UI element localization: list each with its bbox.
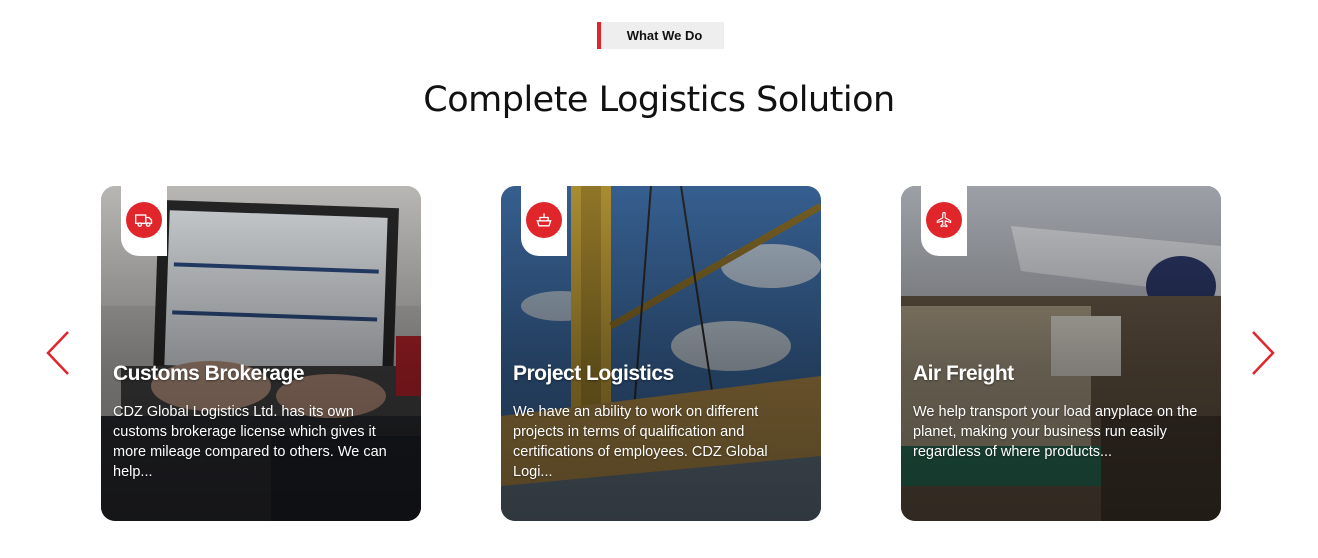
service-card-air-freight[interactable]: Air Freight We help transport your load … [901,186,1221,521]
section-title: Complete Logistics Solution [423,80,895,120]
card-icon-badge [121,186,167,256]
carousel-prev-button[interactable] [44,330,72,376]
section-eyebrow: What We Do [597,22,724,49]
chevron-right-icon [1252,331,1275,375]
carousel-next-button[interactable] [1249,330,1277,376]
card-title[interactable]: Project Logistics [513,362,674,386]
card-icon-badge [921,186,967,256]
card-title[interactable]: Customs Brokerage [113,362,305,386]
ship-icon [536,213,552,227]
airplane-icon [936,211,952,228]
card-description: We help transport your load anyplace on … [913,404,1198,460]
card-icon-badge [521,186,567,256]
service-card-customs-brokerage[interactable]: Customs Brokerage CDZ Global Logistics L… [101,186,421,521]
truck-icon [135,214,153,227]
chevron-left-icon [46,331,69,375]
service-card-project-logistics[interactable]: Project Logistics We have an ability to … [501,186,821,521]
card-description: We have an ability to work on different … [513,404,768,480]
card-title[interactable]: Air Freight [913,362,1014,386]
card-description: CDZ Global Logistics Ltd. has its own cu… [113,404,387,480]
